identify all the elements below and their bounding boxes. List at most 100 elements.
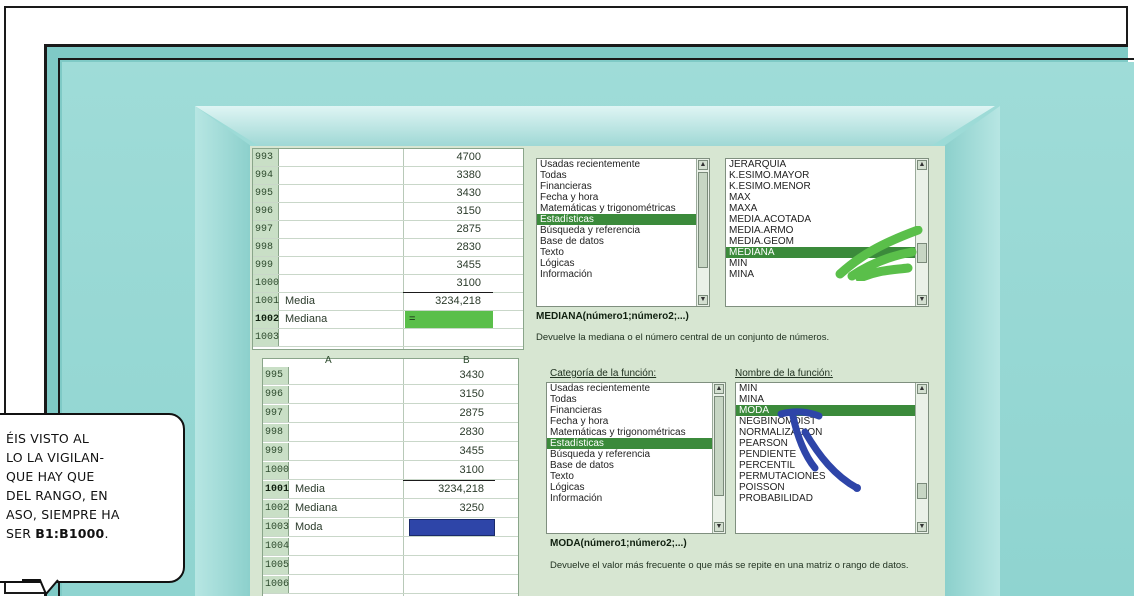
category-item[interactable]: Fecha y hora bbox=[547, 416, 725, 427]
row-number[interactable]: 994 bbox=[253, 167, 279, 184]
column-header-a[interactable]: A bbox=[325, 355, 332, 366]
scroll-down-button[interactable]: ▼ bbox=[917, 522, 927, 532]
category-item[interactable]: Usadas recientemente bbox=[547, 383, 725, 394]
row-number[interactable]: 993 bbox=[253, 149, 279, 166]
category-item[interactable]: Financieras bbox=[537, 181, 709, 192]
row-number[interactable]: 1001 bbox=[263, 481, 289, 498]
table-row[interactable]: 998 2830 bbox=[263, 424, 518, 442]
row-number[interactable]: 1005 bbox=[263, 557, 289, 574]
category-scrollbar[interactable]: ▲ ▼ bbox=[696, 159, 709, 306]
category-item[interactable]: Lógicas bbox=[547, 482, 725, 493]
cell-value[interactable]: 2875 bbox=[457, 221, 481, 238]
category-item[interactable]: Información bbox=[537, 269, 709, 280]
cell-label[interactable]: Media bbox=[295, 481, 325, 498]
cell-value[interactable]: 3455 bbox=[457, 257, 481, 274]
function-item[interactable]: MAX bbox=[726, 192, 928, 203]
category-listbox[interactable]: Usadas recientemente Todas Financieras Fech… bbox=[536, 158, 710, 307]
cell-value[interactable]: 3150 bbox=[457, 203, 481, 220]
function-item[interactable]: MEDIA.ACOTADA bbox=[726, 214, 928, 225]
row-number[interactable]: 1004 bbox=[263, 538, 289, 555]
cell-label[interactable]: Mediana bbox=[285, 311, 327, 328]
category-item[interactable]: Búsqueda y referencia bbox=[547, 449, 725, 460]
cell-label[interactable]: Mediana bbox=[295, 500, 337, 517]
table-row[interactable]: 1003 Moda bbox=[263, 519, 518, 537]
category-item[interactable]: Texto bbox=[547, 471, 725, 482]
row-number[interactable]: 999 bbox=[253, 257, 279, 274]
category-item[interactable]: Todas bbox=[547, 394, 725, 405]
cell-value[interactable]: 3430 bbox=[460, 367, 484, 384]
table-row[interactable]: 996 3150 bbox=[253, 203, 523, 221]
cell-value[interactable]: 3455 bbox=[460, 443, 484, 460]
scroll-up-button[interactable]: ▲ bbox=[917, 384, 927, 394]
row-number[interactable]: 1002 bbox=[253, 311, 279, 328]
category-item[interactable]: Base de datos bbox=[537, 236, 709, 247]
table-row[interactable]: 1002 Mediana = bbox=[253, 311, 523, 329]
scroll-up-button[interactable]: ▲ bbox=[714, 384, 724, 394]
category-item[interactable]: Texto bbox=[537, 247, 709, 258]
category-item[interactable]: Todas bbox=[537, 170, 709, 181]
category-item[interactable]: Matemáticas y trigonométricas bbox=[537, 203, 709, 214]
table-row[interactable]: 1001 Media 3234,218 bbox=[253, 293, 523, 311]
category-item[interactable]: Información bbox=[547, 493, 725, 504]
row-number[interactable]: 1006 bbox=[263, 576, 289, 593]
table-row[interactable]: 995 3430 bbox=[263, 367, 518, 385]
column-header-b[interactable]: B bbox=[463, 355, 470, 366]
selected-cell[interactable] bbox=[405, 311, 493, 328]
category-listbox[interactable]: Usadas recientemente Todas Financieras Fech… bbox=[546, 382, 726, 534]
table-row[interactable]: 1002 Mediana 3250 bbox=[263, 500, 518, 518]
category-item[interactable]: Lógicas bbox=[537, 258, 709, 269]
category-item[interactable]: Matemáticas y trigonométricas bbox=[547, 427, 725, 438]
scroll-down-button[interactable]: ▼ bbox=[698, 295, 708, 305]
function-item[interactable]: MINA bbox=[736, 394, 928, 405]
function-item[interactable]: MAXA bbox=[726, 203, 928, 214]
row-number[interactable]: 1003 bbox=[253, 329, 279, 346]
function-item[interactable]: MIN bbox=[736, 383, 928, 394]
scroll-down-button[interactable]: ▼ bbox=[714, 522, 724, 532]
cell-value[interactable]: 3430 bbox=[457, 185, 481, 202]
function-item[interactable]: K.ESIMO.MAYOR bbox=[726, 170, 928, 181]
cell-value[interactable]: = bbox=[409, 311, 415, 328]
scroll-thumb[interactable] bbox=[698, 172, 708, 268]
cell-value[interactable]: 4700 bbox=[457, 149, 481, 166]
row-number[interactable]: 1003 bbox=[263, 519, 289, 536]
category-scrollbar[interactable]: ▲ ▼ bbox=[712, 383, 725, 533]
cell-value[interactable]: 3380 bbox=[457, 167, 481, 184]
category-item[interactable]: Fecha y hora bbox=[537, 192, 709, 203]
scroll-thumb[interactable] bbox=[714, 396, 724, 496]
category-item[interactable]: Base de datos bbox=[547, 460, 725, 471]
row-number[interactable]: 995 bbox=[253, 185, 279, 202]
scroll-up-button[interactable]: ▲ bbox=[698, 160, 708, 170]
row-number[interactable]: 1000 bbox=[253, 275, 279, 292]
row-number[interactable]: 1002 bbox=[263, 500, 289, 517]
scroll-thumb[interactable] bbox=[917, 483, 927, 499]
cell-label[interactable]: Media bbox=[285, 293, 315, 310]
cell-value[interactable]: 2875 bbox=[460, 405, 484, 422]
table-row[interactable]: 1006 bbox=[263, 576, 518, 594]
row-number[interactable]: 997 bbox=[253, 221, 279, 238]
cell-value[interactable]: 3100 bbox=[460, 462, 484, 479]
row-number[interactable]: 996 bbox=[253, 203, 279, 220]
table-row[interactable]: 993 4700 bbox=[253, 149, 523, 167]
category-item[interactable]: Financieras bbox=[547, 405, 725, 416]
cell-label[interactable]: Moda bbox=[295, 519, 323, 536]
table-row[interactable]: 996 3150 bbox=[263, 386, 518, 404]
row-number[interactable]: 998 bbox=[263, 424, 289, 441]
scroll-down-button[interactable]: ▼ bbox=[917, 295, 927, 305]
row-number[interactable]: 999 bbox=[263, 443, 289, 460]
row-number[interactable]: 1001 bbox=[253, 293, 279, 310]
table-row[interactable]: 994 3380 bbox=[253, 167, 523, 185]
cell-value[interactable]: 3150 bbox=[460, 386, 484, 403]
table-row[interactable]: 1000 3100 bbox=[263, 462, 518, 480]
function-scrollbar[interactable]: ▲ ▼ bbox=[915, 383, 928, 533]
function-item[interactable]: JERARQUIA bbox=[726, 159, 928, 170]
table-row[interactable]: 1000 3100 bbox=[253, 275, 523, 293]
table-row[interactable]: 998 2830 bbox=[253, 239, 523, 257]
cell-value[interactable]: 3234,218 bbox=[438, 481, 484, 498]
category-item[interactable]: Estadísticas bbox=[537, 214, 709, 225]
selected-cell[interactable] bbox=[409, 519, 495, 536]
table-row[interactable]: 1004 bbox=[263, 538, 518, 556]
row-number[interactable]: 997 bbox=[263, 405, 289, 422]
table-row[interactable]: 1001 Media 3234,218 bbox=[263, 481, 518, 499]
cell-value[interactable]: 3234,218 bbox=[435, 293, 481, 310]
category-item[interactable]: Búsqueda y referencia bbox=[537, 225, 709, 236]
